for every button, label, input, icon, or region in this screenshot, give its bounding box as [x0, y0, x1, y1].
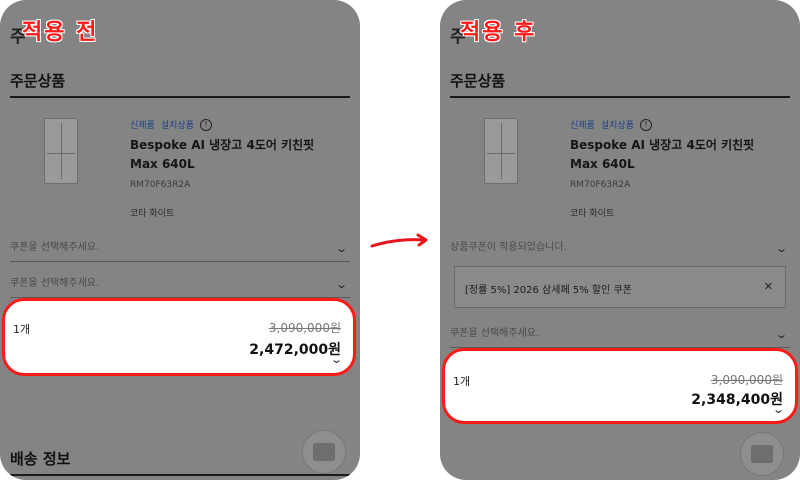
chevron-down-icon[interactable]: ⌄ [330, 353, 343, 366]
chevron-down-icon: ⌄ [334, 242, 348, 255]
product-badges: 신제품 설치상품 ! [130, 118, 212, 131]
product-model: RM70F63R2A [130, 180, 191, 190]
original-price: 3,090,000원 [268, 321, 341, 335]
info-icon[interactable]: ! [199, 118, 212, 131]
info-icon[interactable]: ! [639, 118, 652, 131]
coupon-select-2[interactable]: 쿠폰을 선택해주세요. ⌄ [10, 274, 350, 298]
product-thumbnail[interactable] [44, 118, 78, 184]
badge-install: 설치상품 [160, 121, 194, 131]
coupon-select-1[interactable]: 쿠폰을 선택해주세요. ⌄ [10, 238, 350, 262]
floating-product-thumb[interactable] [740, 432, 784, 476]
product-name: Bespoke AI 냉장고 4도어 키친핏 Max 640L [570, 138, 755, 171]
product-name: Bespoke AI 냉장고 4도어 키친핏 Max 640L [130, 138, 315, 171]
chevron-down-icon: ⌄ [334, 278, 348, 291]
section-divider [10, 474, 350, 476]
badge-new: 신제품 [130, 121, 155, 131]
coupon-select-label: 쿠폰을 선택해주세요. [10, 278, 100, 289]
section-divider [450, 96, 790, 98]
order-items-title: 주문상품 [10, 72, 66, 90]
product-color: 코타 화이트 [130, 209, 175, 219]
chevron-down-icon[interactable]: ⌄ [772, 403, 785, 416]
price-summary-highlight[interactable]: 1개 3,090,000원 2,348,400원 ⌄ [442, 348, 798, 424]
floating-product-thumb[interactable] [302, 430, 346, 474]
coupon-select-label: 쿠폰을 선택해주세요. [10, 242, 100, 253]
product-thumbnail[interactable] [484, 118, 518, 184]
section-divider [10, 96, 350, 98]
shipping-info-title: 배송 정보 [10, 450, 71, 468]
chevron-down-icon: ⌄ [774, 328, 788, 341]
chevron-down-icon: ⌄ [774, 242, 788, 255]
badge-new: 신제품 [570, 121, 595, 131]
final-price: 2,348,400원 [691, 392, 783, 408]
arrow-right-icon [370, 233, 428, 248]
badge-install: 설치상품 [600, 121, 634, 131]
coupon-applied-label: 상품쿠폰이 적용되었습니다. [450, 242, 567, 253]
price-summary-highlight[interactable]: 1개 3,090,000원 2,472,000원 ⌄ [2, 298, 356, 376]
before-screen: 주 주문상품 신제품 설치상품 ! Bespoke AI 냉장고 4도어 키친핏… [0, 0, 360, 480]
applied-coupon-chip: [정률 5%] 2026 삼세페 5% 할인 쿠폰 ✕ [454, 266, 786, 308]
coupon-applied-row[interactable]: 상품쿠폰이 적용되었습니다. ⌄ [450, 238, 790, 262]
after-label: 적용 후 [460, 20, 537, 45]
product-color: 코타 화이트 [570, 209, 615, 219]
final-price: 2,472,000원 [249, 342, 341, 358]
product-model: RM70F63R2A [570, 180, 631, 190]
original-price: 3,090,000원 [710, 373, 783, 387]
before-label: 적용 전 [22, 20, 99, 45]
coupon-select[interactable]: 쿠폰을 선택해주세요. ⌄ [450, 324, 790, 348]
quantity: 1개 [453, 375, 471, 388]
quantity: 1개 [13, 323, 31, 336]
applied-coupon-label: [정률 5%] 2026 삼세페 5% 할인 쿠폰 [465, 285, 632, 296]
coupon-select-label: 쿠폰을 선택해주세요. [450, 328, 540, 339]
close-icon[interactable]: ✕ [764, 280, 773, 293]
row-divider [10, 261, 350, 262]
order-items-title: 주문상품 [450, 72, 506, 90]
product-badges: 신제품 설치상품 ! [570, 118, 652, 131]
